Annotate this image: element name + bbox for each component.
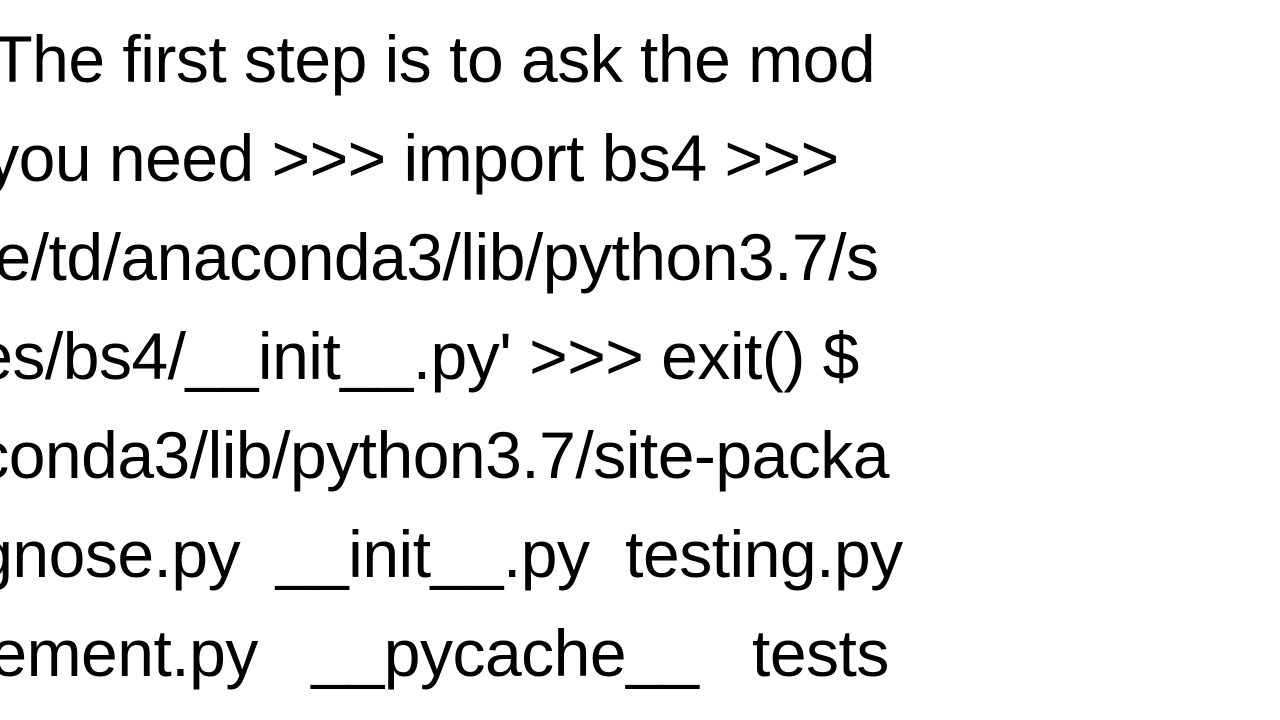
document-text-content: : The first step is to ask the mod ll yo… <box>0 10 1280 703</box>
